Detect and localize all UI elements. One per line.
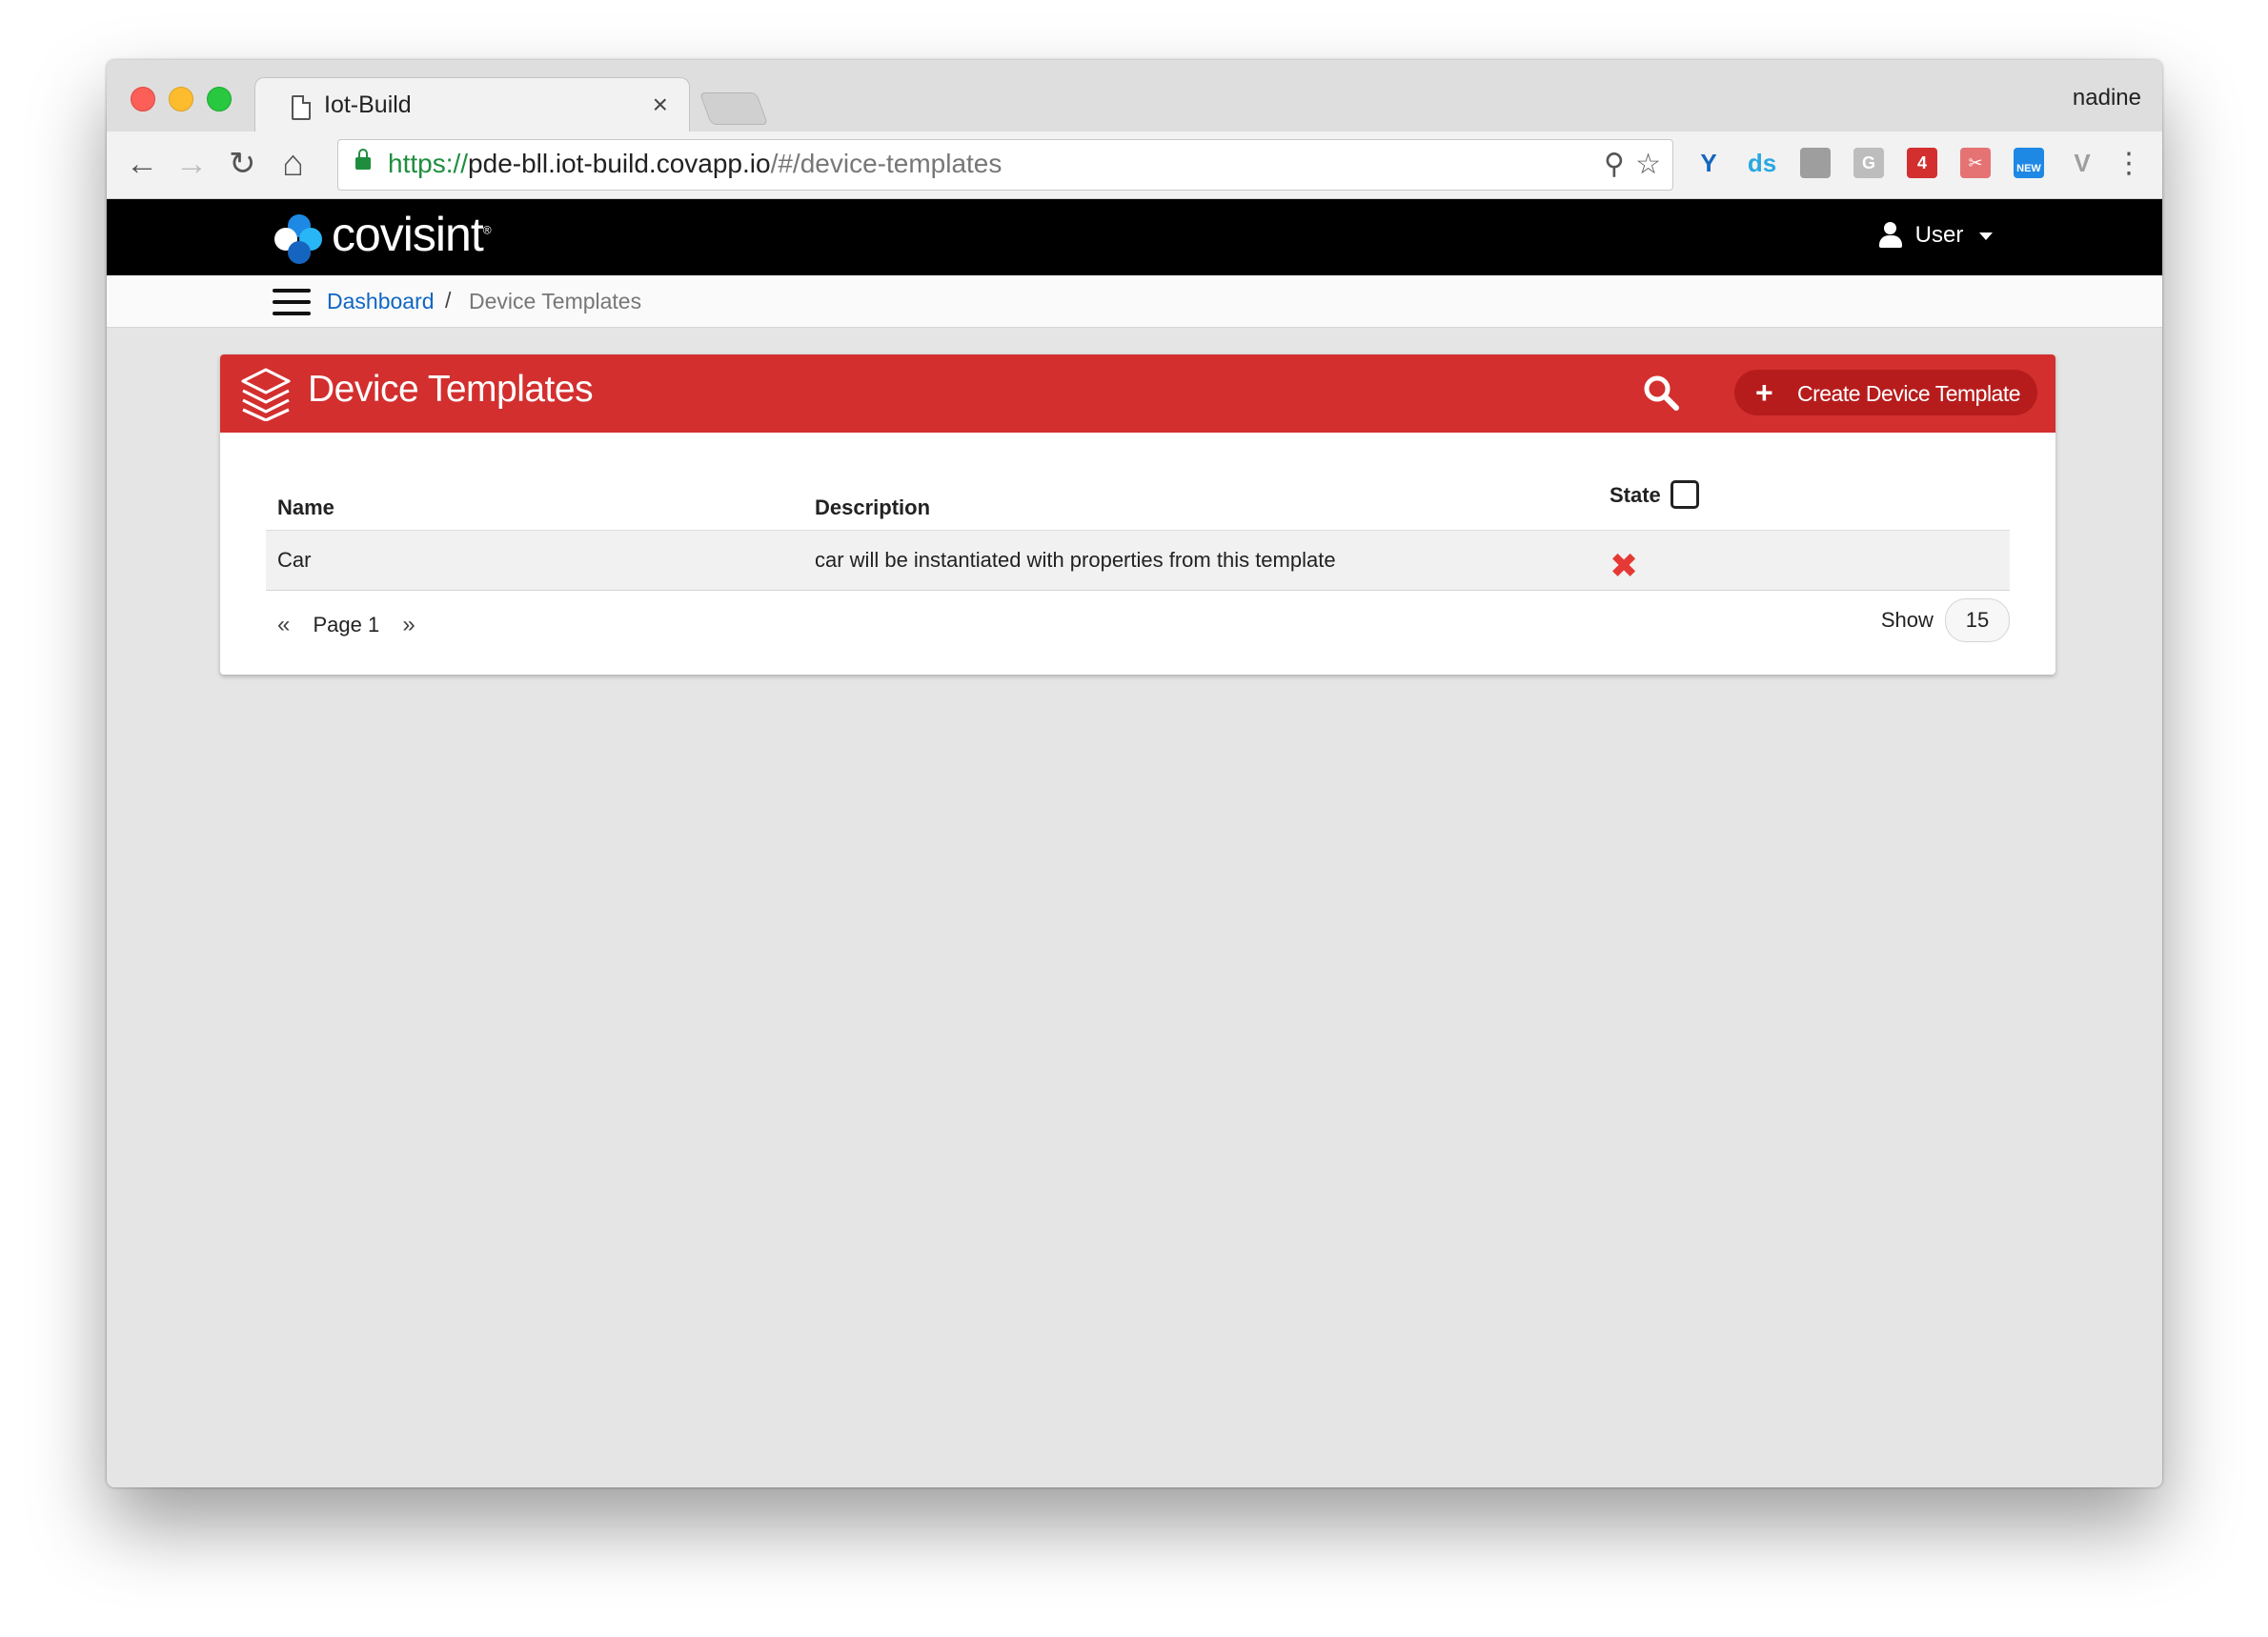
page-size-control: Show 15 [1881, 598, 2010, 642]
calendar-extension-icon[interactable]: 4 [1907, 148, 1937, 178]
cell-state: ✖ [1598, 530, 2010, 591]
create-device-template-button[interactable]: + Create Device Template [1734, 370, 2037, 415]
device-templates-table: Name Description State Car car will be i… [266, 461, 2010, 591]
document-icon [292, 95, 311, 120]
close-window-button[interactable] [131, 87, 155, 111]
column-header-description[interactable]: Description [803, 461, 1598, 531]
shield-extension-icon[interactable] [1800, 148, 1831, 178]
profile-name[interactable]: nadine [2073, 85, 2141, 111]
ds-extension-icon[interactable]: ds [1747, 148, 1777, 178]
page-size-select[interactable]: 15 [1945, 598, 2010, 642]
select-all-checkbox[interactable] [1670, 480, 1699, 509]
column-header-name[interactable]: Name [266, 461, 803, 531]
user-icon [1877, 222, 1902, 249]
lock-icon [355, 149, 371, 170]
tab-strip: Iot-Build × nadine [107, 60, 2162, 135]
bookmark-star-icon[interactable]: ☆ [1635, 148, 1661, 181]
minimize-window-button[interactable] [169, 87, 193, 111]
state-label: State [1610, 482, 1661, 507]
cell-description: car will be instantiated with properties… [803, 530, 1598, 591]
browser-menu-icon[interactable]: ⋮ [2115, 145, 2143, 183]
breadcrumb-separator: / [445, 288, 452, 313]
y-extension-icon[interactable]: Y [1693, 148, 1724, 178]
show-label: Show [1880, 608, 1934, 632]
search-icon[interactable] [1642, 374, 1680, 412]
caret-down-icon [1979, 232, 1993, 240]
home-button[interactable]: ⌂ [282, 145, 304, 183]
address-bar[interactable]: https://pde-bll.iot-build.covapp.io/#/de… [337, 139, 1673, 191]
prev-page-button[interactable]: « [277, 612, 290, 637]
user-menu[interactable]: User [1878, 222, 1993, 249]
state-inactive-icon[interactable]: ✖ [1610, 546, 1638, 585]
reload-button[interactable]: ↻ [229, 145, 256, 183]
table-header-row: Name Description State [266, 461, 2010, 531]
maximize-window-button[interactable] [207, 87, 232, 111]
user-label: User [1914, 222, 1964, 248]
back-button[interactable]: ← [126, 145, 158, 183]
breadcrumb-current: Device Templates [469, 289, 642, 313]
table-row[interactable]: Car car will be instantiated with proper… [266, 530, 2010, 591]
pagination: « Page 1 » [277, 612, 415, 638]
panel-header: Device Templates + Create Device Templat… [220, 354, 2055, 433]
url-text[interactable]: https://pde-bll.iot-build.covapp.io/#/de… [388, 149, 1002, 179]
covisint-logo-text[interactable]: covisint® [332, 207, 492, 262]
column-header-state: State [1598, 461, 2010, 531]
zoom-icon[interactable]: ⚲ [1604, 148, 1625, 181]
browser-toolbar: ← → ↻ ⌂ https://pde-bll.iot-build.covapp… [107, 131, 2162, 199]
v-extension-icon[interactable]: V [2067, 148, 2097, 178]
device-templates-panel: Device Templates + Create Device Templat… [220, 354, 2055, 675]
next-page-button[interactable]: » [402, 612, 415, 637]
create-button-label: Create Device Template [1797, 381, 2021, 406]
close-tab-icon[interactable]: × [653, 90, 668, 120]
forward-button[interactable]: → [175, 145, 208, 183]
scissors-extension-icon[interactable]: ✂ [1960, 148, 1991, 178]
new-tab-button[interactable] [699, 92, 769, 125]
g-extension-icon[interactable]: G [1853, 148, 1884, 178]
browser-window: Iot-Build × nadine ← → ↻ ⌂ https://pde-b… [107, 60, 2162, 1487]
plus-icon: + [1755, 375, 1773, 410]
tab-iot-build[interactable]: Iot-Build × [254, 77, 690, 135]
page-title: Device Templates [308, 369, 594, 410]
page-label: Page 1 [313, 613, 380, 637]
hamburger-menu-icon[interactable] [273, 289, 311, 315]
tab-title: Iot-Build [324, 91, 412, 118]
cell-name[interactable]: Car [266, 530, 803, 591]
covisint-logo-icon[interactable] [274, 214, 324, 264]
breadcrumb-dashboard-link[interactable]: Dashboard [327, 289, 435, 314]
layers-icon [241, 368, 291, 421]
breadcrumb: Dashboard / Device Templates [107, 275, 2162, 328]
app-header: covisint® User [107, 199, 2162, 275]
new-extension-icon[interactable]: NEW [2014, 148, 2044, 178]
